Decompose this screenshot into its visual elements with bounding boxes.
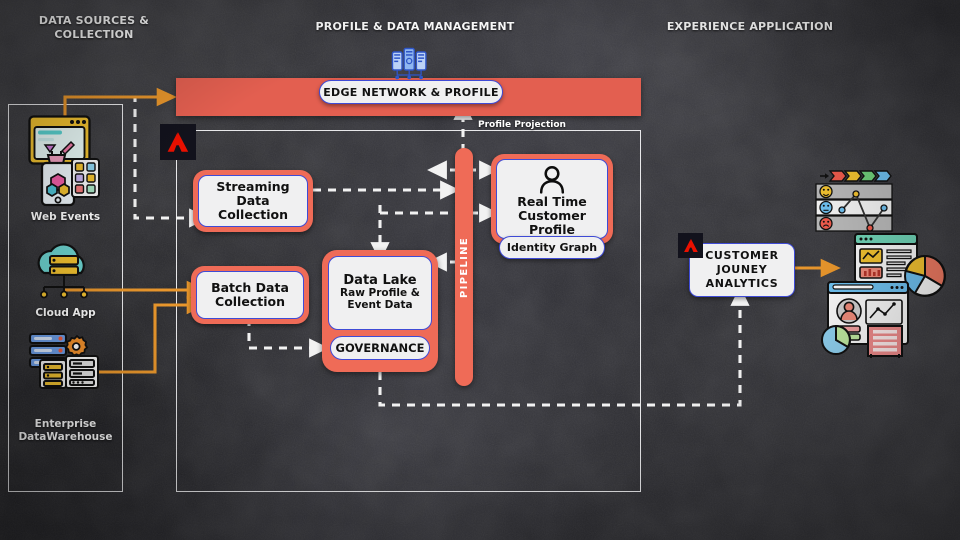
pipeline-label: PIPELINE (458, 236, 470, 298)
streaming-data-collection-node[interactable]: Streaming Data Collection (193, 170, 313, 232)
identity-graph-pill[interactable]: Identity Graph (499, 236, 605, 259)
server-rack-icon (390, 47, 428, 81)
profile-projection-label: Profile Projection (478, 120, 566, 130)
diagram-canvas: DATA SOURCES & COLLECTION PROFILE & DATA… (0, 0, 960, 540)
batch-data-collection-node[interactable]: Batch Data Collection (191, 266, 309, 324)
customer-profile-dashboard-icon (818, 278, 918, 360)
real-time-customer-profile-node[interactable]: Real Time Customer Profile (491, 154, 613, 244)
data-lake-group: Data Lake Raw Profile & Event Data GOVER… (322, 250, 438, 372)
adobe-logo-icon (160, 124, 196, 160)
person-icon (539, 165, 565, 194)
edge-network-profile-label[interactable]: EDGE NETWORK & PROFILE (319, 80, 503, 104)
data-lake-title: Data Lake (343, 272, 417, 288)
enterprise-data-warehouse-icon (28, 330, 102, 392)
dw-label-line2: DataWarehouse (18, 431, 113, 443)
dw-label-line1: Enterprise (34, 418, 97, 430)
batch-line1: Batch Data (211, 280, 289, 295)
batch-line2: Collection (215, 294, 285, 309)
data-source-label-cloud-app: Cloud App (35, 307, 96, 319)
data-lake-sub2: Event Data (347, 299, 413, 312)
data-source-label-web-events: Web Events (30, 211, 101, 223)
pipeline-bar: PIPELINE (455, 148, 473, 386)
web-events-icon (28, 115, 102, 207)
profile-line1: Real Time (517, 193, 587, 209)
streaming-line2: Collection (218, 207, 288, 222)
adobe-logo-icon-cja (678, 233, 703, 258)
cja-line2: JOUNEY (716, 263, 768, 276)
customer-journey-analytics-node[interactable]: CUSTOMER JOUNEY ANALYTICS (689, 243, 795, 297)
streaming-line1: Streaming Data (216, 179, 290, 208)
governance-pill[interactable]: GOVERNANCE (330, 336, 430, 360)
data-lake-card[interactable]: Data Lake Raw Profile & Event Data (328, 256, 432, 330)
data-source-label-enterprise-dw: Enterprise DataWarehouse (8, 418, 123, 444)
profile-line2: Customer Profile (518, 207, 586, 237)
cloud-app-icon (30, 243, 98, 301)
cja-line1: CUSTOMER (705, 249, 779, 262)
cja-line3: ANALYTICS (705, 277, 779, 290)
